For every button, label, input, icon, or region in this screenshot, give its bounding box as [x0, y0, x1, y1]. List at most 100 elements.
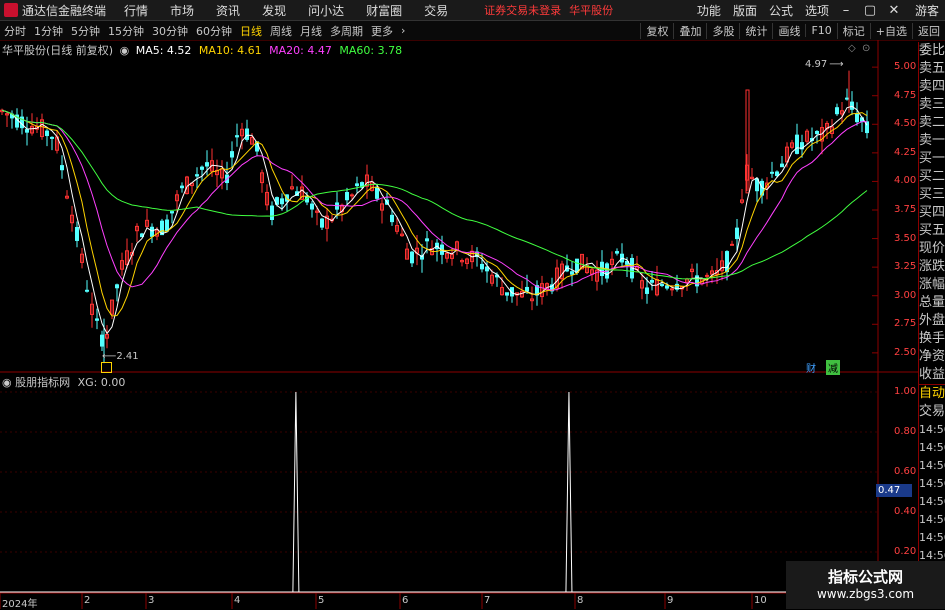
period-intraday[interactable]: 分时 — [4, 23, 26, 39]
candle-down — [650, 279, 654, 283]
panel-tab-auto[interactable]: 自动 — [919, 384, 945, 403]
panel-item[interactable]: 涨跌 — [919, 258, 945, 276]
candle-down — [270, 205, 274, 220]
candle-down — [235, 135, 239, 138]
tool-multi-stock[interactable]: 多股 — [706, 22, 739, 39]
price-tick: 3.75 — [894, 204, 917, 215]
panel-item[interactable]: 买二 — [919, 168, 945, 186]
period-15min[interactable]: 15分钟 — [108, 23, 144, 39]
tool-overlay[interactable]: 叠加 — [673, 22, 706, 39]
indicator-tick: 1.00 — [894, 386, 917, 397]
tool-statistics[interactable]: 统计 — [739, 22, 772, 39]
panel-item[interactable]: 总量 — [919, 294, 945, 312]
candle-down — [45, 130, 49, 137]
tool-adjust[interactable]: 复权 — [640, 22, 673, 39]
candle-down — [845, 97, 849, 100]
panel-item[interactable]: 现价 — [919, 240, 945, 258]
menu-trade[interactable]: 交易 — [424, 2, 448, 19]
period-5min[interactable]: 5分钟 — [71, 23, 100, 39]
panel-item[interactable]: 买三 — [919, 186, 945, 204]
panel-tab-trade[interactable]: 交易 — [919, 403, 945, 421]
candle-up — [350, 194, 354, 197]
period-1min[interactable]: 1分钟 — [34, 23, 63, 39]
candle-down — [165, 219, 169, 232]
panel-time: 14:56 — [919, 495, 945, 508]
finance-badge[interactable]: 财 — [806, 360, 816, 375]
reduce-badge[interactable]: 减 — [826, 360, 840, 375]
tool-f10[interactable]: F10 — [805, 24, 836, 37]
login-warning[interactable]: 证券交易未登录 — [484, 2, 561, 18]
panel-item[interactable]: 净资 — [919, 348, 945, 366]
tool-draw-line[interactable]: 画线 — [772, 22, 805, 39]
candle-down — [425, 238, 429, 242]
date-tick: 2 — [84, 595, 91, 606]
panel-item[interactable]: 卖四 — [919, 78, 945, 96]
menu-layout[interactable]: 版面 — [733, 2, 757, 19]
candle-up — [670, 288, 674, 291]
date-tick: 3 — [148, 595, 155, 606]
chevron-right-icon[interactable]: › — [401, 24, 405, 37]
panel-item[interactable]: 卖三 — [919, 96, 945, 114]
indicator-name: 股朋指标网 — [15, 376, 71, 389]
panel-item[interactable]: 换手 — [919, 330, 945, 348]
menu-quotes[interactable]: 行情 — [124, 2, 148, 19]
menu-ask[interactable]: 问小达 — [308, 2, 344, 19]
period-monthly[interactable]: 月线 — [300, 23, 322, 39]
panel-item[interactable]: 外盘 — [919, 312, 945, 330]
panel-time: 14:56 — [919, 531, 945, 544]
panel-item[interactable]: 委比 — [919, 42, 945, 60]
search-icon[interactable]: ⊙ — [862, 43, 870, 54]
panel-item[interactable]: 卖五 — [919, 60, 945, 78]
price-axis: 5.00 4.75 4.50 4.25 4.00 3.75 3.50 3.25 3.00 2.75… — [880, 0, 918, 609]
panel-item[interactable]: 卖二 — [919, 114, 945, 132]
period-toolbar: 分时 1分钟 5分钟 15分钟 30分钟 60分钟 日线 周线 月线 多周期 更… — [0, 21, 945, 41]
kline-chart[interactable] — [0, 40, 918, 609]
panel-item[interactable]: 买五 — [919, 222, 945, 240]
period-weekly[interactable]: 周线 — [270, 23, 292, 39]
diamond-icon[interactable]: ◇ — [848, 43, 856, 54]
menu-market[interactable]: 市场 — [170, 2, 194, 19]
menu-options[interactable]: 选项 — [805, 2, 829, 19]
indicator-value: XG: 0.00 — [77, 376, 126, 389]
period-30min[interactable]: 30分钟 — [152, 23, 188, 39]
minimize-icon[interactable]: – — [839, 3, 853, 18]
maximize-icon[interactable]: ▢ — [863, 3, 877, 18]
period-more[interactable]: 更多 — [371, 23, 393, 39]
period-60min[interactable]: 60分钟 — [196, 23, 232, 39]
panel-time: 14:56 — [919, 441, 945, 454]
menu-discover[interactable]: 发现 — [262, 2, 286, 19]
candle-down — [280, 198, 284, 205]
candle-down — [505, 292, 509, 296]
menu-wealth[interactable]: 财富圈 — [366, 2, 402, 19]
date-tick: 5 — [318, 595, 325, 606]
price-tick: 4.00 — [894, 175, 917, 187]
menu-news[interactable]: 资讯 — [216, 2, 240, 19]
date-tick: 10 — [754, 595, 767, 606]
menu-formula[interactable]: 公式 — [769, 2, 793, 19]
candle-down — [60, 165, 64, 171]
panel-item[interactable]: 买一 — [919, 150, 945, 168]
tool-mark[interactable]: 标记 — [836, 22, 870, 39]
panel-item[interactable]: 买四 — [919, 204, 945, 222]
watermark-title: 指标公式网 — [827, 568, 903, 586]
period-daily[interactable]: 日线 — [240, 23, 262, 39]
menu-function[interactable]: 功能 — [697, 2, 721, 19]
panel-item[interactable]: 卖一 — [919, 132, 945, 150]
date-tick: 2024年 — [2, 599, 38, 610]
low-marker-icon[interactable] — [101, 362, 112, 373]
indicator-settings-icon[interactable]: ◉ — [2, 376, 12, 389]
candle-up — [730, 243, 734, 246]
candle-down — [25, 129, 29, 133]
candle-down — [230, 151, 234, 158]
candle-down — [375, 186, 379, 199]
price-tick: 4.75 — [894, 89, 917, 101]
candle-down — [170, 211, 174, 214]
panel-time: 14:56 — [919, 513, 945, 526]
guest-user[interactable]: 游客 — [915, 2, 939, 19]
panel-item[interactable]: 收益 — [919, 366, 945, 384]
high-label: 4.97 ⟶ — [805, 59, 844, 70]
indicator-tick: 0.20 — [894, 546, 917, 557]
period-multi[interactable]: 多周期 — [330, 23, 363, 39]
panel-item[interactable]: 涨幅 — [919, 276, 945, 294]
low-label: ⟵2.41 — [102, 351, 139, 362]
